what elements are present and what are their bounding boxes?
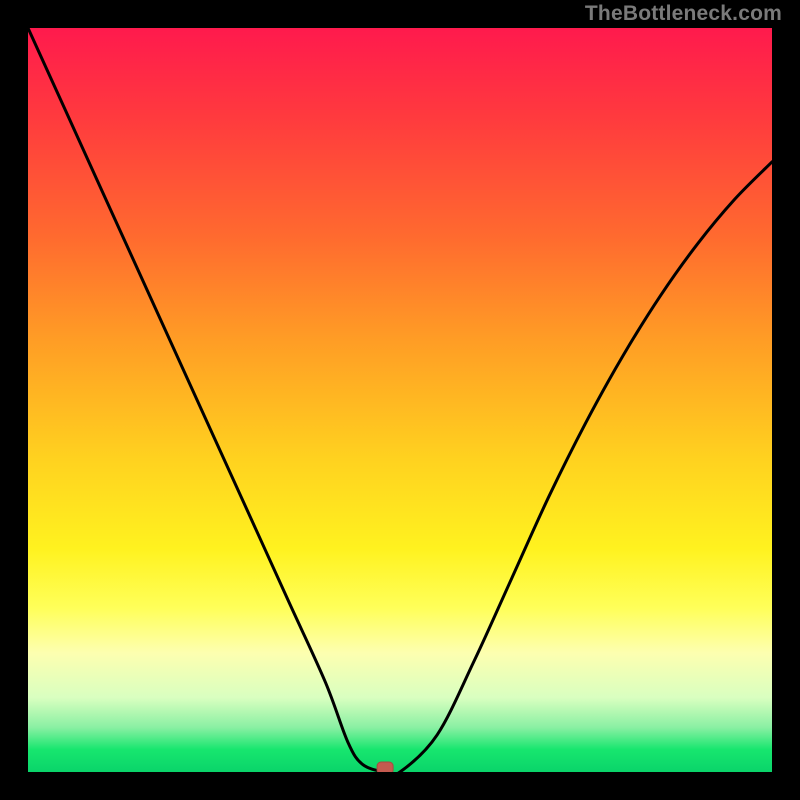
chart-frame: TheBottleneck.com <box>0 0 800 800</box>
bottleneck-curve <box>28 28 772 772</box>
curve-svg <box>28 28 772 772</box>
plot-area <box>28 28 772 772</box>
watermark-text: TheBottleneck.com <box>585 2 782 26</box>
minimum-marker <box>377 762 393 772</box>
